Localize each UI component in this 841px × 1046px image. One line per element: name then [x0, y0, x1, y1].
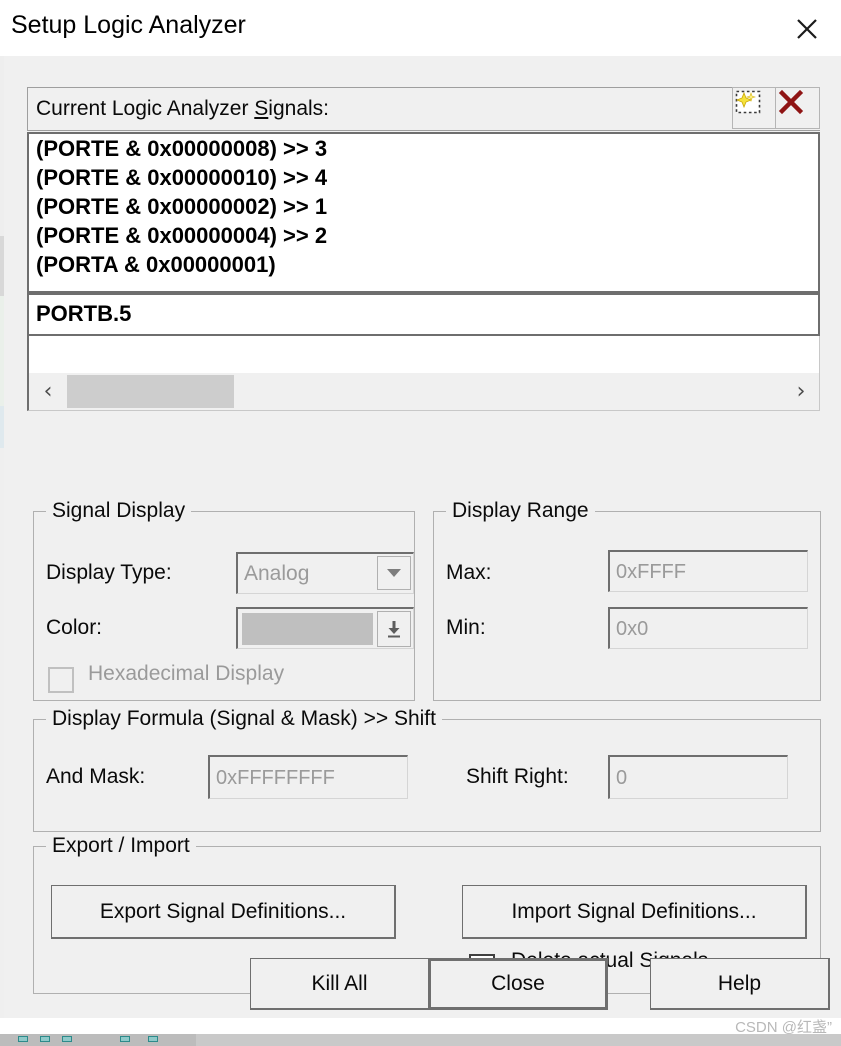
shift-right-input[interactable]: 0 [608, 755, 788, 799]
signals-horizontal-scrollbar[interactable]: ‹ › [27, 373, 820, 411]
min-input[interactable]: 0x0 [608, 607, 808, 649]
import-signal-definitions-button[interactable]: Import Signal Definitions... [462, 885, 807, 939]
max-label: Max: [446, 561, 492, 584]
taskbar-item [18, 1036, 28, 1042]
background-bleed-strip [0, 56, 4, 236]
signals-header-label-suffix: ignals: [268, 97, 329, 120]
new-signal-button[interactable] [732, 87, 776, 129]
taskbar-item [120, 1036, 130, 1042]
delete-signal-icon [778, 89, 804, 115]
display-formula-group: Display Formula (Signal & Mask) >> Shift… [33, 707, 821, 832]
delete-signal-button[interactable] [776, 87, 820, 129]
export-import-group-title: Export / Import [46, 834, 196, 858]
signal-name-input[interactable]: PORTB.5 [27, 293, 820, 336]
signals-header-label: Current Logic Analyzer Signals: [36, 97, 329, 121]
min-label: Min: [446, 616, 486, 639]
scroll-right-button[interactable]: › [784, 373, 818, 409]
and-mask-label: And Mask: [46, 765, 146, 788]
taskbar-item [62, 1036, 72, 1042]
close-window-button[interactable] [787, 10, 827, 44]
color-dropdown-button[interactable] [377, 611, 411, 647]
background-taskbar-strip [0, 1034, 841, 1046]
background-bleed-strip [0, 296, 4, 406]
list-item[interactable]: (PORTA & 0x00000001) [29, 250, 818, 279]
hexadecimal-display-label: Hexadecimal Display [88, 662, 285, 685]
chevron-down-icon [387, 569, 401, 577]
display-type-combobox[interactable]: Analog [236, 552, 414, 594]
color-label: Color: [46, 616, 103, 639]
window-title: Setup Logic Analyzer [11, 11, 246, 39]
signals-panel-filler [27, 336, 820, 373]
arrow-down-bar-icon [388, 621, 400, 638]
display-range-group: Display Range Max: 0xFFFF Min: 0x0 [433, 499, 821, 701]
signal-display-group: Signal Display Display Type: Analog Colo… [33, 499, 415, 701]
signals-header-label-prefix: Current Logic Analyzer [36, 97, 255, 120]
help-button[interactable]: Help [650, 958, 830, 1010]
taskbar-item [40, 1036, 50, 1042]
color-swatch [242, 613, 373, 645]
taskbar-item [148, 1036, 158, 1042]
display-type-dropdown-button[interactable] [377, 556, 411, 590]
new-signal-icon [735, 90, 761, 114]
background-bleed-strip [0, 448, 4, 1018]
signal-name-input-value: PORTB.5 [36, 301, 132, 326]
current-signals-panel: Current Logic Analyzer Signals: (PORTE &… [27, 87, 820, 457]
max-input[interactable]: 0xFFFF [608, 550, 808, 592]
dialog-client-area: Current Logic Analyzer Signals: (PORTE &… [0, 56, 841, 1018]
signals-header-bar: Current Logic Analyzer Signals: [27, 87, 820, 131]
list-item[interactable]: (PORTE & 0x00000010) >> 4 [29, 163, 818, 192]
signals-header-label-accesskey: S [254, 97, 269, 120]
list-item[interactable]: (PORTE & 0x00000008) >> 3 [29, 134, 818, 163]
background-bleed-strip [0, 406, 4, 448]
close-icon [797, 19, 817, 39]
close-button[interactable]: Close [428, 958, 608, 1010]
shift-right-label: Shift Right: [466, 765, 569, 788]
color-picker[interactable] [236, 607, 414, 649]
list-item[interactable]: (PORTE & 0x00000004) >> 2 [29, 221, 818, 250]
background-taskbar-left [0, 1034, 196, 1046]
list-item[interactable]: (PORTE & 0x00000002) >> 1 [29, 192, 818, 221]
display-type-value: Analog [244, 562, 310, 585]
chevron-left-icon: ‹ [43, 378, 53, 404]
signal-display-group-title: Signal Display [46, 499, 192, 523]
signals-list-box[interactable]: (PORTE & 0x00000008) >> 3 (PORTE & 0x000… [27, 132, 820, 293]
export-signal-definitions-button[interactable]: Export Signal Definitions... [51, 885, 396, 939]
display-range-group-title: Display Range [446, 499, 595, 523]
and-mask-input[interactable]: 0xFFFFFFFF [208, 755, 408, 799]
setup-logic-analyzer-dialog: Setup Logic Analyzer Current Logic Analy… [0, 0, 841, 1046]
scrollbar-thumb[interactable] [67, 375, 234, 408]
display-formula-group-title: Display Formula (Signal & Mask) >> Shift [46, 707, 442, 731]
kill-all-button[interactable]: Kill All [250, 958, 430, 1010]
chevron-right-icon: › [796, 378, 806, 404]
background-bleed-strip [0, 236, 4, 296]
hexadecimal-display-checkbox[interactable] [48, 667, 74, 693]
title-bar: Setup Logic Analyzer [0, 0, 841, 57]
scroll-left-button[interactable]: ‹ [31, 373, 65, 409]
display-type-label: Display Type: [46, 561, 172, 584]
